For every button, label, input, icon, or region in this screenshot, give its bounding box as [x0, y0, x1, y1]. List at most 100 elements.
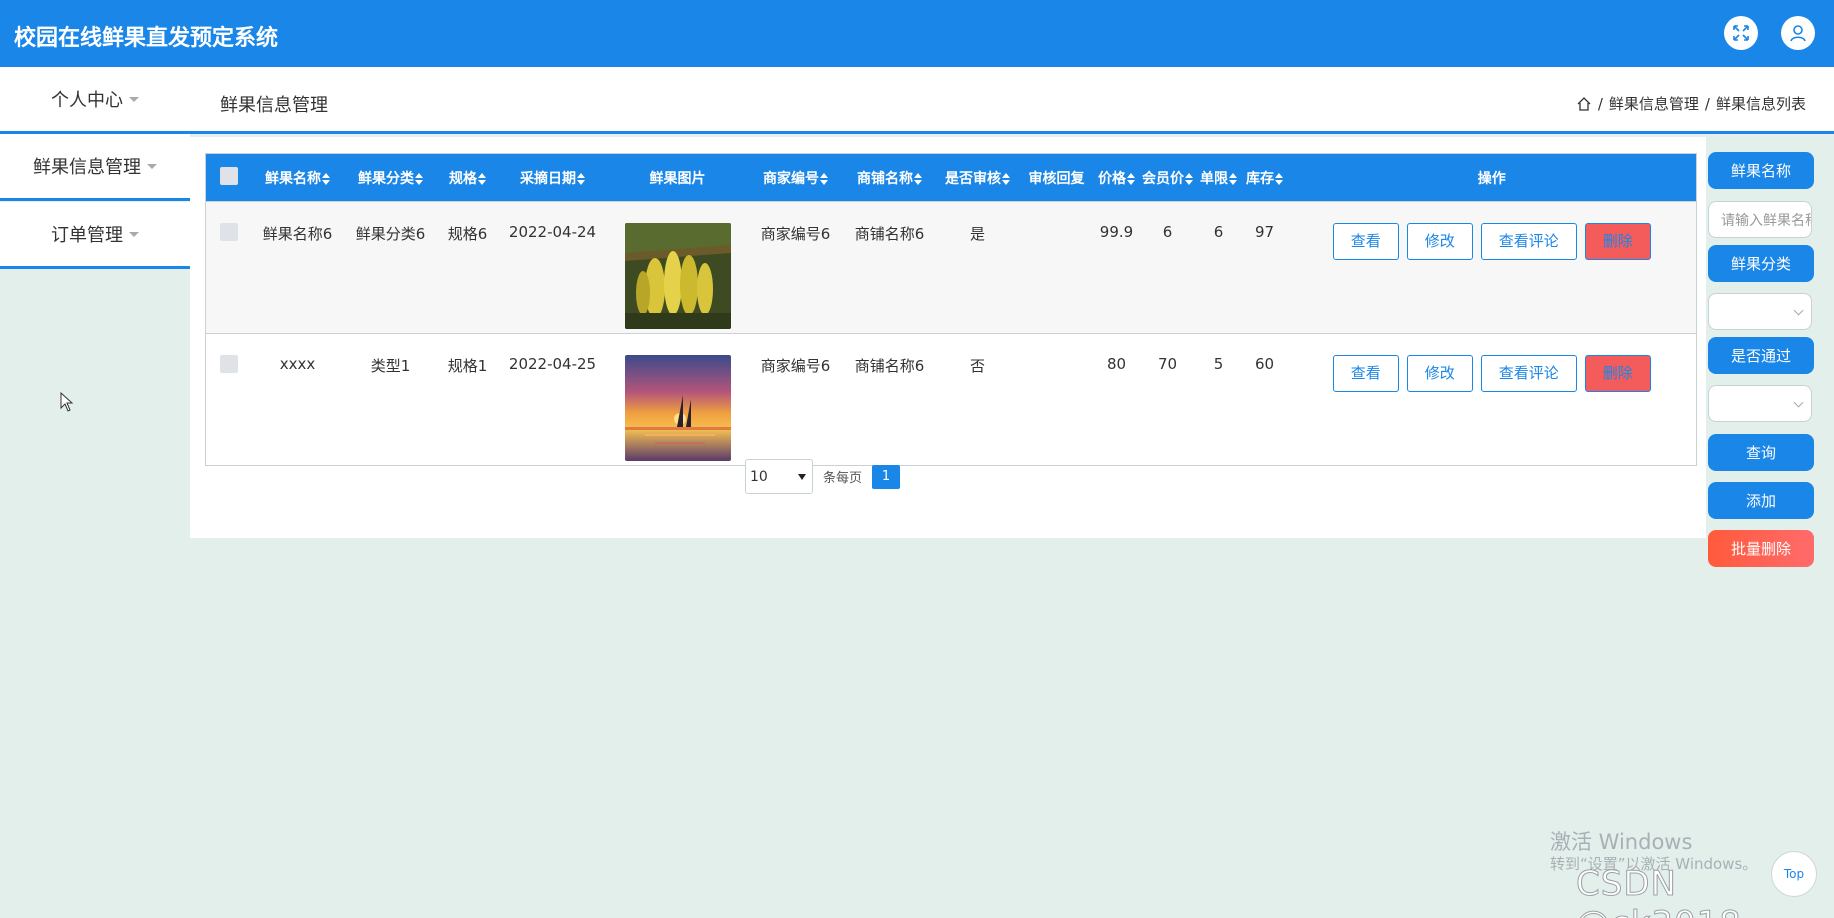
sort-icon: [914, 172, 922, 185]
starfruit-image[interactable]: [624, 223, 731, 329]
sort-icon: [415, 172, 423, 185]
caret-down-icon: [129, 96, 139, 102]
mouse-cursor-icon: [60, 392, 74, 412]
cell-member-price: 70: [1139, 333, 1196, 466]
fruit-category-select[interactable]: [1708, 293, 1812, 330]
cell-shop-name: 商铺名称6: [843, 333, 936, 466]
search-button[interactable]: 查询: [1708, 434, 1814, 471]
sort-icon: [478, 172, 486, 185]
col-audited[interactable]: 是否审核: [936, 154, 1020, 202]
row-checkbox-cell: [205, 333, 252, 466]
add-button[interactable]: 添加: [1708, 482, 1814, 519]
sidebar-item-personal-center[interactable]: 个人中心: [0, 67, 190, 134]
chevron-down-icon: [1793, 305, 1804, 316]
page-title: 鲜果信息管理: [220, 95, 328, 116]
windows-activation-title: 激活 Windows: [1550, 830, 1693, 854]
cell-audited: 是: [935, 201, 1020, 334]
view-comments-button[interactable]: 查看评论: [1480, 223, 1577, 260]
cell-price: 80: [1093, 333, 1140, 466]
cell-member-price: 6: [1139, 201, 1196, 334]
table-row: 鲜果名称6 鲜果分类6 规格6 2022-04-24 商家编号6 商铺名称6 是…: [205, 201, 1697, 334]
sunset-image[interactable]: [624, 355, 731, 461]
select-all-header: [206, 154, 252, 202]
pass-status-select[interactable]: [1708, 385, 1812, 422]
content-header: 鲜果信息管理 / 鲜果信息管理 / 鲜果信息列表: [190, 67, 1834, 134]
sort-icon: [1127, 172, 1135, 185]
col-fruit-image: 鲜果图片: [649, 170, 706, 187]
table-header-row: 鲜果名称 鲜果分类 规格 采摘日期 鲜果图片 商家编号 商铺名称 是否审核 审核…: [205, 153, 1697, 202]
top-bar: 校园在线鲜果直发预定系统: [0, 0, 1834, 67]
cell-price: 99.9: [1093, 201, 1140, 334]
view-comments-button[interactable]: 查看评论: [1480, 355, 1577, 392]
user-icon[interactable]: [1781, 16, 1815, 50]
edit-button[interactable]: 修改: [1406, 223, 1473, 260]
page-size-select[interactable]: 10: [745, 459, 813, 494]
sidebar-item-orders[interactable]: 订单管理: [0, 202, 190, 269]
home-icon[interactable]: [1576, 96, 1592, 112]
breadcrumb-separator: /: [1704, 94, 1710, 113]
col-fruit-name[interactable]: 鲜果名称: [252, 154, 344, 202]
col-operations: 操作: [1477, 170, 1506, 187]
per-page-label: 条每页: [823, 471, 863, 486]
row-checkbox[interactable]: [219, 223, 238, 241]
col-stock[interactable]: 库存: [1242, 154, 1288, 202]
cell-spec: 规格1: [437, 333, 498, 466]
col-shop-name[interactable]: 商铺名称: [844, 154, 936, 202]
cell-pick-date: 2022-04-25: [497, 333, 608, 466]
col-price[interactable]: 价格: [1094, 154, 1140, 202]
sort-icon: [1002, 172, 1010, 185]
select-all-checkbox[interactable]: [219, 166, 238, 185]
fruit-name-input[interactable]: 请输入鲜果名称: [1708, 201, 1812, 238]
cell-stock: 97: [1241, 201, 1288, 334]
col-category[interactable]: 鲜果分类: [344, 154, 438, 202]
breadcrumb: / 鲜果信息管理 / 鲜果信息列表: [1576, 93, 1806, 114]
sidebar-item-label: 个人中心: [51, 90, 123, 111]
main-panel: 鲜果名称 鲜果分类 规格 采摘日期 鲜果图片 商家编号 商铺名称 是否审核 审核…: [190, 137, 1706, 538]
breadcrumb-separator: /: [1597, 94, 1603, 113]
cell-operations: 查看 修改 查看评论 删除: [1287, 333, 1697, 466]
edit-button[interactable]: 修改: [1406, 355, 1473, 392]
sort-icon: [1229, 172, 1237, 185]
col-merchant-no[interactable]: 商家编号: [748, 154, 844, 202]
caret-down-icon: [147, 163, 157, 169]
table-row: xxxx 类型1 规格1 2022-04-25 商家编号6 商铺名称6 否 80…: [205, 333, 1697, 466]
col-pick-date[interactable]: 采摘日期: [498, 154, 608, 202]
col-limit[interactable]: 单限: [1196, 154, 1242, 202]
cell-shop-name: 商铺名称6: [843, 201, 936, 334]
cell-spec: 规格6: [437, 201, 498, 334]
delete-button[interactable]: 删除: [1584, 223, 1651, 260]
cell-audit-reply: [1019, 333, 1094, 466]
pagination: 10 条每页 1: [745, 459, 901, 494]
cell-category: 类型1: [343, 333, 438, 466]
app-title: 校园在线鲜果直发预定系统: [14, 26, 279, 51]
view-button[interactable]: 查看: [1332, 355, 1399, 392]
sort-icon: [1275, 172, 1283, 185]
sidebar-item-fruit-info[interactable]: 鲜果信息管理: [0, 134, 190, 201]
cell-merchant-no: 商家编号6: [747, 333, 844, 466]
expand-icon[interactable]: [1724, 16, 1758, 50]
row-checkbox[interactable]: [219, 355, 238, 373]
view-button[interactable]: 查看: [1332, 223, 1399, 260]
fruit-table: 鲜果名称 鲜果分类 规格 采摘日期 鲜果图片 商家编号 商铺名称 是否审核 审核…: [205, 153, 1697, 466]
cell-pick-date: 2022-04-24: [497, 201, 608, 334]
fruit-category-label: 鲜果分类: [1708, 245, 1814, 282]
page-size-value: 10: [750, 468, 768, 485]
col-member-price[interactable]: 会员价: [1140, 154, 1196, 202]
sort-icon: [820, 172, 828, 185]
col-spec[interactable]: 规格: [438, 154, 498, 202]
cell-fruit-name: xxxx: [251, 333, 344, 466]
cell-stock: 60: [1241, 333, 1288, 466]
cell-fruit-name: 鲜果名称6: [251, 201, 344, 334]
delete-button[interactable]: 删除: [1584, 355, 1651, 392]
row-checkbox-cell: [205, 201, 252, 334]
cell-limit: 5: [1195, 333, 1242, 466]
cell-fruit-image: [607, 201, 748, 334]
cell-fruit-image: [607, 333, 748, 466]
page-number-button[interactable]: 1: [872, 464, 901, 489]
cell-audit-reply: [1019, 201, 1094, 334]
sort-icon: [1185, 172, 1193, 185]
chevron-down-icon: [798, 473, 806, 480]
breadcrumb-item[interactable]: 鲜果信息管理: [1609, 93, 1699, 114]
batch-delete-button[interactable]: 批量删除: [1708, 530, 1814, 567]
breadcrumb-item: 鲜果信息列表: [1715, 95, 1806, 113]
